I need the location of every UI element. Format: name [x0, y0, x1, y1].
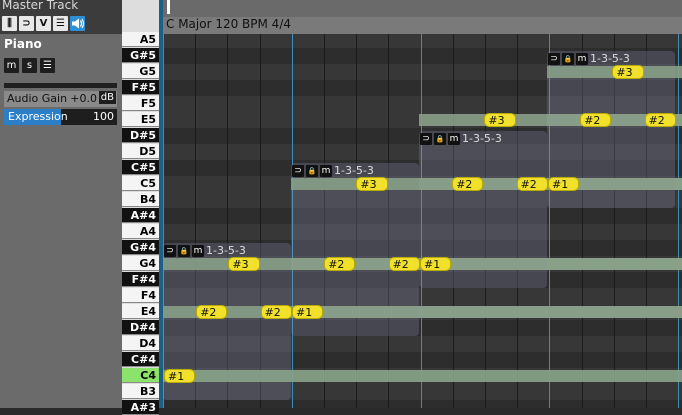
- piano-key-csharp4[interactable]: C#4: [122, 352, 159, 367]
- track-menu-icon[interactable]: ☰: [40, 58, 55, 73]
- roll-row: [163, 400, 682, 408]
- piano-key-asharp4[interactable]: A#4: [122, 208, 159, 223]
- note-lane: [419, 258, 682, 270]
- note-block[interactable]: #3: [612, 65, 644, 79]
- note-block[interactable]: #2: [452, 177, 484, 191]
- piano-key-c4[interactable]: C4: [122, 368, 159, 383]
- piano-key-f5[interactable]: F5: [122, 96, 159, 111]
- piano-roll[interactable]: ⊃ 🔒 m 1-3-5-3 #1 #2 #3 #2 ⊃ 🔒 m 1-3-5-3 #1 #2 #3 #2 ⊃ 🔒 m 1…: [163, 34, 682, 408]
- note-block[interactable]: #2: [388, 257, 420, 271]
- loop-icon[interactable]: ⊃: [164, 245, 176, 257]
- piano-key-a5[interactable]: A5: [122, 32, 159, 47]
- piano-key-dsharp5[interactable]: D#5: [122, 128, 159, 143]
- piano-key-b4[interactable]: B4: [122, 192, 159, 207]
- timeline-ruler[interactable]: [163, 0, 682, 17]
- note-block[interactable]: #2: [516, 177, 548, 191]
- chord-label[interactable]: ⊃ 🔒 m 1-3-5-3: [420, 132, 502, 145]
- m-icon[interactable]: m: [192, 245, 204, 257]
- note-block[interactable]: #2: [260, 305, 292, 319]
- speaker-icon[interactable]: [70, 16, 85, 31]
- m-icon[interactable]: m: [320, 165, 332, 177]
- note-block[interactable]: #1: [548, 177, 580, 191]
- note-block[interactable]: #3: [228, 257, 260, 271]
- piano-key-csharp5[interactable]: C#5: [122, 160, 159, 175]
- lock-icon[interactable]: 🔒: [306, 165, 318, 177]
- piano-key-gsharp4[interactable]: G#4: [122, 240, 159, 255]
- playhead[interactable]: [167, 0, 170, 14]
- chevron-v-icon[interactable]: V: [36, 16, 51, 31]
- piano-key-f4[interactable]: F4: [122, 288, 159, 303]
- piano-keyboard: A5 G#5 G5 F#5 F5 E5 D#5 D5 C#5 C5 B4 A#4 A4 G#4 G4 F#4 F…: [122, 0, 159, 415]
- expression-label: Expression: [8, 110, 68, 123]
- chord-pattern: 1-3-5-3: [590, 52, 630, 65]
- m-icon[interactable]: m: [448, 133, 460, 145]
- piano-key-dsharp4[interactable]: D#4: [122, 320, 159, 335]
- note-block[interactable]: #2: [644, 113, 676, 127]
- note-block[interactable]: #1: [164, 369, 196, 383]
- note-block[interactable]: #2: [324, 257, 356, 271]
- expression-value: 100: [93, 110, 114, 123]
- note-block[interactable]: #1: [292, 305, 324, 319]
- expression-slider[interactable]: Expression 100: [4, 109, 117, 125]
- piano-key-fsharp4[interactable]: F#4: [122, 272, 159, 287]
- piano-key-e4[interactable]: E4: [122, 304, 159, 319]
- piano-key-g5[interactable]: G5: [122, 64, 159, 79]
- m-icon[interactable]: m: [576, 53, 588, 65]
- chord-pattern: 1-3-5-3: [334, 164, 374, 177]
- audio-gain-slider[interactable]: Audio Gain +0.0 dB: [4, 91, 117, 107]
- note-lane: [291, 306, 682, 318]
- note-block[interactable]: #3: [356, 177, 388, 191]
- separator: [4, 83, 117, 88]
- track-name[interactable]: Piano: [4, 37, 42, 51]
- bar-line: [678, 34, 679, 408]
- audio-gain-unit[interactable]: dB: [98, 91, 116, 104]
- note-block[interactable]: #1: [420, 257, 452, 271]
- piano-key-a4[interactable]: A4: [122, 224, 159, 239]
- chord-label[interactable]: ⊃ 🔒 m 1-3-5-3: [292, 164, 374, 177]
- piano-key-e5[interactable]: E5: [122, 112, 159, 127]
- chord-pattern: 1-3-5-3: [206, 244, 246, 257]
- solo-button[interactable]: s: [22, 58, 37, 73]
- loop-icon[interactable]: ⊃: [548, 53, 560, 65]
- piano-key-c5[interactable]: C5: [122, 176, 159, 191]
- piano-key-d5[interactable]: D5: [122, 144, 159, 159]
- piano-key-b3[interactable]: B3: [122, 384, 159, 399]
- note-block[interactable]: #2: [196, 305, 228, 319]
- chord-label[interactable]: ⊃ 🔒 m 1-3-5-3: [548, 52, 630, 65]
- roll-row: [163, 34, 682, 48]
- mute-button[interactable]: m: [4, 58, 19, 73]
- piano-key-d4[interactable]: D4: [122, 336, 159, 351]
- lock-icon[interactable]: 🔒: [434, 133, 446, 145]
- note-block[interactable]: #3: [484, 113, 516, 127]
- audio-gain-label: Audio Gain: [7, 92, 68, 105]
- chord-pattern: 1-3-5-3: [462, 132, 502, 145]
- piano-key-g4[interactable]: G4: [122, 256, 159, 271]
- audio-gain-value: +0.0: [70, 92, 97, 105]
- piano-icon[interactable]: ⫼: [2, 16, 17, 31]
- master-track-title: Master Track: [2, 0, 79, 12]
- piano-key-gsharp5[interactable]: G#5: [122, 48, 159, 63]
- menu-icon[interactable]: ☰: [53, 16, 68, 31]
- loop-icon[interactable]: ⊃: [292, 165, 304, 177]
- loop-icon[interactable]: ⊃: [19, 16, 34, 31]
- note-block[interactable]: #2: [580, 113, 612, 127]
- piano-key-fsharp5[interactable]: F#5: [122, 80, 159, 95]
- song-info: C Major 120 BPM 4/4: [166, 17, 291, 31]
- loop-icon[interactable]: ⊃: [420, 133, 432, 145]
- lock-icon[interactable]: 🔒: [178, 245, 190, 257]
- lock-icon[interactable]: 🔒: [562, 53, 574, 65]
- chord-label[interactable]: ⊃ 🔒 m 1-3-5-3: [164, 244, 246, 257]
- note-lane: [163, 370, 682, 382]
